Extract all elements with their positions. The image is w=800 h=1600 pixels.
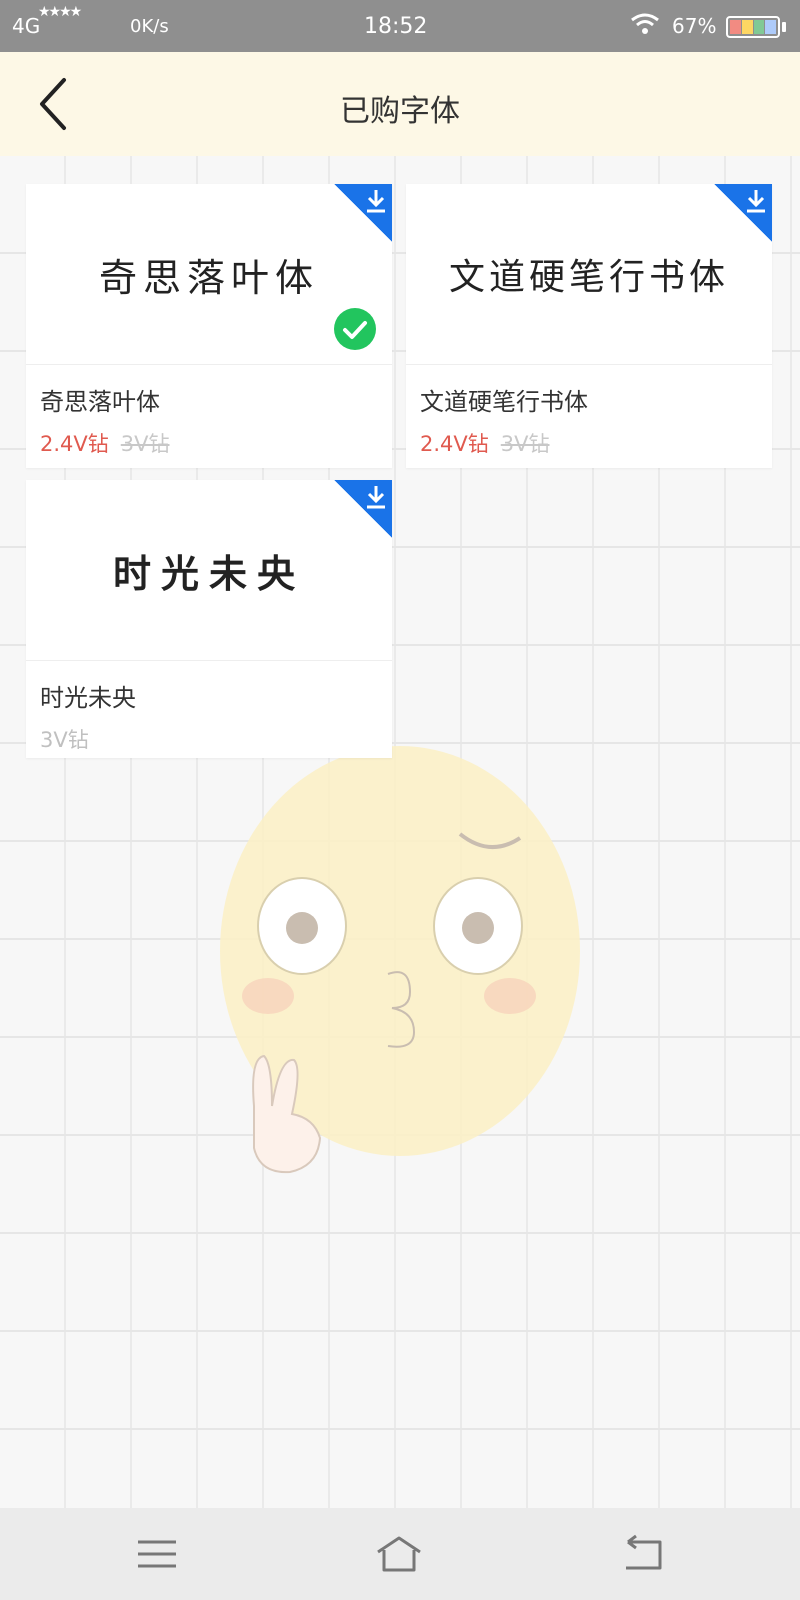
battery-percent: 67% (672, 14, 717, 38)
discount-price: 2.4V钻 (40, 432, 109, 456)
network-indicator: 4G (12, 14, 41, 38)
signal-strength-icon: ★★★★ (38, 4, 82, 20)
font-price: 3V钻 (40, 728, 89, 752)
price-row: 3V钻 (40, 724, 89, 754)
battery-tip (782, 22, 786, 32)
home-icon[interactable] (374, 1532, 424, 1576)
font-card[interactable]: 文道硬笔行书体 文道硬笔行书体 2.4V钻 3V钻 (406, 184, 772, 468)
downloaded-badge (334, 184, 392, 242)
wifi-icon (631, 13, 659, 34)
price-row: 2.4V钻 3V钻 (420, 428, 550, 458)
price-row: 2.4V钻 3V钻 (40, 428, 170, 458)
download-icon (367, 190, 385, 213)
network-speed: 0K/s (130, 16, 169, 37)
download-icon (747, 190, 765, 213)
font-card[interactable]: 奇思落叶体 奇思落叶体 2.4V钻 3V钻 (26, 184, 392, 468)
app-header: 已购字体 (0, 52, 800, 156)
font-card[interactable]: 时光未央 时光未央 3V钻 (26, 480, 392, 758)
back-icon[interactable] (618, 1532, 668, 1576)
download-icon (367, 486, 385, 509)
font-name: 文道硬笔行书体 (420, 388, 588, 416)
mascot-illustration (220, 746, 580, 1174)
checkmark-icon (343, 321, 367, 339)
clock: 18:52 (364, 14, 428, 39)
downloaded-badge (334, 480, 392, 538)
original-price: 3V钻 (500, 432, 550, 456)
card-divider (406, 364, 772, 365)
card-divider (26, 660, 392, 661)
discount-price: 2.4V钻 (420, 432, 489, 456)
downloaded-badge (714, 184, 772, 242)
font-name: 时光未央 (40, 684, 136, 712)
battery-icon (726, 16, 780, 38)
page-title: 已购字体 (340, 94, 460, 129)
menu-icon[interactable] (132, 1532, 182, 1576)
card-divider (26, 364, 392, 365)
font-name: 奇思落叶体 (40, 388, 160, 416)
status-bar: 4G ★★★★ 0K/s 18:52 67% (0, 0, 800, 52)
original-price: 3V钻 (120, 432, 170, 456)
selected-check-icon (334, 308, 376, 350)
system-navigation-bar (0, 1508, 800, 1600)
